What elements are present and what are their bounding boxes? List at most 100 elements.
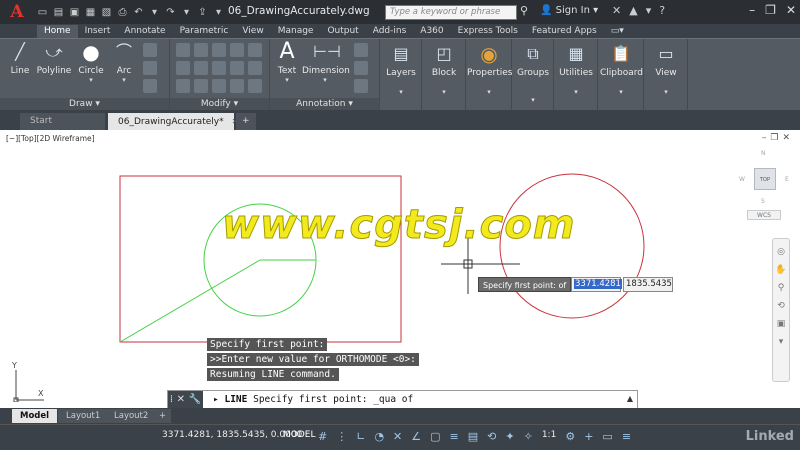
snap-icon[interactable]: ⋮ (336, 430, 347, 443)
gear-icon[interactable]: ⚙ (565, 430, 575, 443)
annotation-dropdown-icon[interactable] (354, 79, 368, 93)
binoculars-icon[interactable]: ⚲ (520, 4, 528, 17)
dropdown-icon[interactable]: ▾ (646, 4, 652, 17)
tab-overflow-icon[interactable]: ▭▾ (604, 25, 631, 38)
sign-in-button[interactable]: 👤 Sign In ▾ (540, 5, 598, 16)
tab-layout1[interactable]: Layout1 (58, 409, 109, 423)
close-icon[interactable]: ✕ (177, 394, 185, 405)
orbit-icon[interactable]: ⟲ (773, 301, 789, 311)
application-menu-button[interactable]: A (0, 0, 34, 24)
customize-qat-icon[interactable]: ▾ (212, 6, 225, 19)
clipboard-button[interactable]: 📋 Clipboard ▾ (600, 43, 643, 96)
properties-button[interactable]: ◉ Properties ▾ (467, 43, 512, 96)
ortho-icon[interactable]: ∟ (356, 430, 365, 443)
coordinates-readout[interactable]: 3371.4281, 1835.5435, 0.0000 (162, 430, 302, 440)
dimension-button[interactable]: ⊢⊣ Dimension ▾ (302, 41, 350, 84)
move-icon[interactable] (176, 43, 190, 57)
selection-cycling-icon[interactable]: ⟲ (487, 430, 496, 443)
zoom-icon[interactable]: ⚲ (773, 283, 789, 293)
help-icon[interactable]: ? (659, 4, 665, 17)
dropdown-icon[interactable] (248, 43, 262, 57)
tab-model[interactable]: Model (12, 409, 58, 423)
auto-scale-icon[interactable]: ✧ (524, 430, 533, 443)
stretch-icon[interactable] (176, 79, 190, 93)
customize-wrench-icon[interactable]: 🔧 (189, 394, 201, 405)
explode-icon[interactable] (230, 61, 244, 75)
grid-icon[interactable]: # (318, 430, 327, 443)
tab-annotate[interactable]: Annotate (117, 25, 172, 38)
plus-icon[interactable]: + (584, 430, 593, 443)
viewcube-top-face[interactable]: TOP (754, 168, 776, 190)
new-icon[interactable]: ▭ (36, 6, 49, 19)
line-entity[interactable] (119, 259, 261, 343)
redo-icon[interactable]: ↷ (164, 6, 177, 19)
undo-icon[interactable]: ↶ (132, 6, 145, 19)
tab-insert[interactable]: Insert (78, 25, 118, 38)
region-icon[interactable] (143, 79, 157, 93)
tab-home[interactable]: Home (37, 25, 78, 38)
mirror-icon[interactable] (194, 61, 208, 75)
grip-icon[interactable]: ⁞ (170, 394, 173, 405)
lineweight-icon[interactable]: ≡ (450, 430, 459, 443)
pan-icon[interactable]: ✋ (773, 265, 789, 275)
hatch-icon[interactable] (143, 61, 157, 75)
tab-output[interactable]: Output (320, 25, 365, 38)
copy-icon[interactable] (176, 61, 190, 75)
dropdown-icon[interactable] (248, 79, 262, 93)
model-space-button[interactable]: MODEL (283, 430, 315, 440)
drawing-area[interactable]: [−][Top][2D Wireframe] –❐✕ www.cgtsj.com… (0, 130, 800, 408)
minimize-icon[interactable]: – (749, 3, 755, 17)
customization-icon[interactable]: ≡ (622, 430, 631, 443)
print-icon[interactable]: ⎙ (116, 6, 129, 19)
save-as-icon[interactable]: ▦ (84, 6, 97, 19)
web-mobile-icon[interactable]: ▧ (100, 6, 113, 19)
compass-east[interactable]: E (785, 176, 789, 183)
array-icon[interactable] (212, 79, 226, 93)
utilities-button[interactable]: ▦ Utilities ▾ (556, 43, 596, 96)
tab-layout2[interactable]: Layout2 (106, 409, 157, 423)
compass-south[interactable]: S (761, 198, 765, 205)
restore-icon[interactable]: ❐ (765, 3, 776, 17)
text-button[interactable]: A Text ▾ (272, 41, 302, 85)
annotation-scale[interactable]: 1:1 (542, 430, 556, 443)
dropdown-icon[interactable]: ▾ (180, 6, 193, 19)
scale-icon[interactable] (194, 79, 208, 93)
dynamic-input-x[interactable]: 3371.4281 (571, 277, 622, 292)
isolate-icon[interactable]: ▭ (602, 430, 612, 443)
leader-icon[interactable] (354, 43, 368, 57)
dynamic-input-y[interactable]: 1835.5435 (623, 277, 673, 292)
object-snap-tracking-icon[interactable]: ∠ (411, 430, 421, 443)
steering-wheel-icon[interactable]: ◎ (773, 247, 789, 257)
new-tab-button[interactable]: + (236, 113, 256, 130)
add-layout-button[interactable]: + (154, 409, 172, 423)
command-input[interactable]: ▸ LINE Specify first point: _qua of (213, 394, 413, 405)
tab-add-ins[interactable]: Add-ins (366, 25, 414, 38)
tab-featured-apps[interactable]: Featured Apps (525, 25, 604, 38)
tab-a360[interactable]: A360 (413, 25, 450, 38)
history-dropdown-icon[interactable]: ▲ (627, 394, 633, 403)
offset-icon[interactable] (230, 79, 244, 93)
wcs-menu[interactable]: WCS (747, 210, 781, 220)
polar-icon[interactable]: ◔ (374, 430, 384, 443)
tab-parametric[interactable]: Parametric (173, 25, 236, 38)
groups-button[interactable]: ⧉ Groups ▾ (514, 43, 552, 104)
polyline-button[interactable]: ⤻ Polyline (36, 41, 72, 76)
block-button[interactable]: ◰ Block ▾ (426, 43, 462, 96)
fillet-icon[interactable] (212, 61, 226, 75)
showmotion-icon[interactable]: ▣ (773, 319, 789, 329)
autodesk-app-icon[interactable]: ▲ (629, 4, 637, 17)
viewcube[interactable]: N W E S TOP WCS (737, 148, 793, 220)
dropdown-icon[interactable]: ▾ (148, 6, 161, 19)
layers-button[interactable]: ▤ Layers ▾ (384, 43, 418, 96)
compass-west[interactable]: W (739, 176, 745, 183)
transparency-icon[interactable]: ▤ (468, 430, 478, 443)
object-snap-icon[interactable]: ▢ (430, 430, 440, 443)
tab-view[interactable]: View (235, 25, 270, 38)
table-icon[interactable] (354, 61, 368, 75)
tab-manage[interactable]: Manage (271, 25, 321, 38)
close-icon[interactable]: ✕ (786, 3, 796, 17)
tab-drawing[interactable]: 06_DrawingAccurately* ✕ (108, 113, 238, 130)
erase-icon[interactable] (230, 43, 244, 57)
rotate-icon[interactable] (194, 43, 208, 57)
isodraft-icon[interactable]: ✕ (393, 430, 402, 443)
